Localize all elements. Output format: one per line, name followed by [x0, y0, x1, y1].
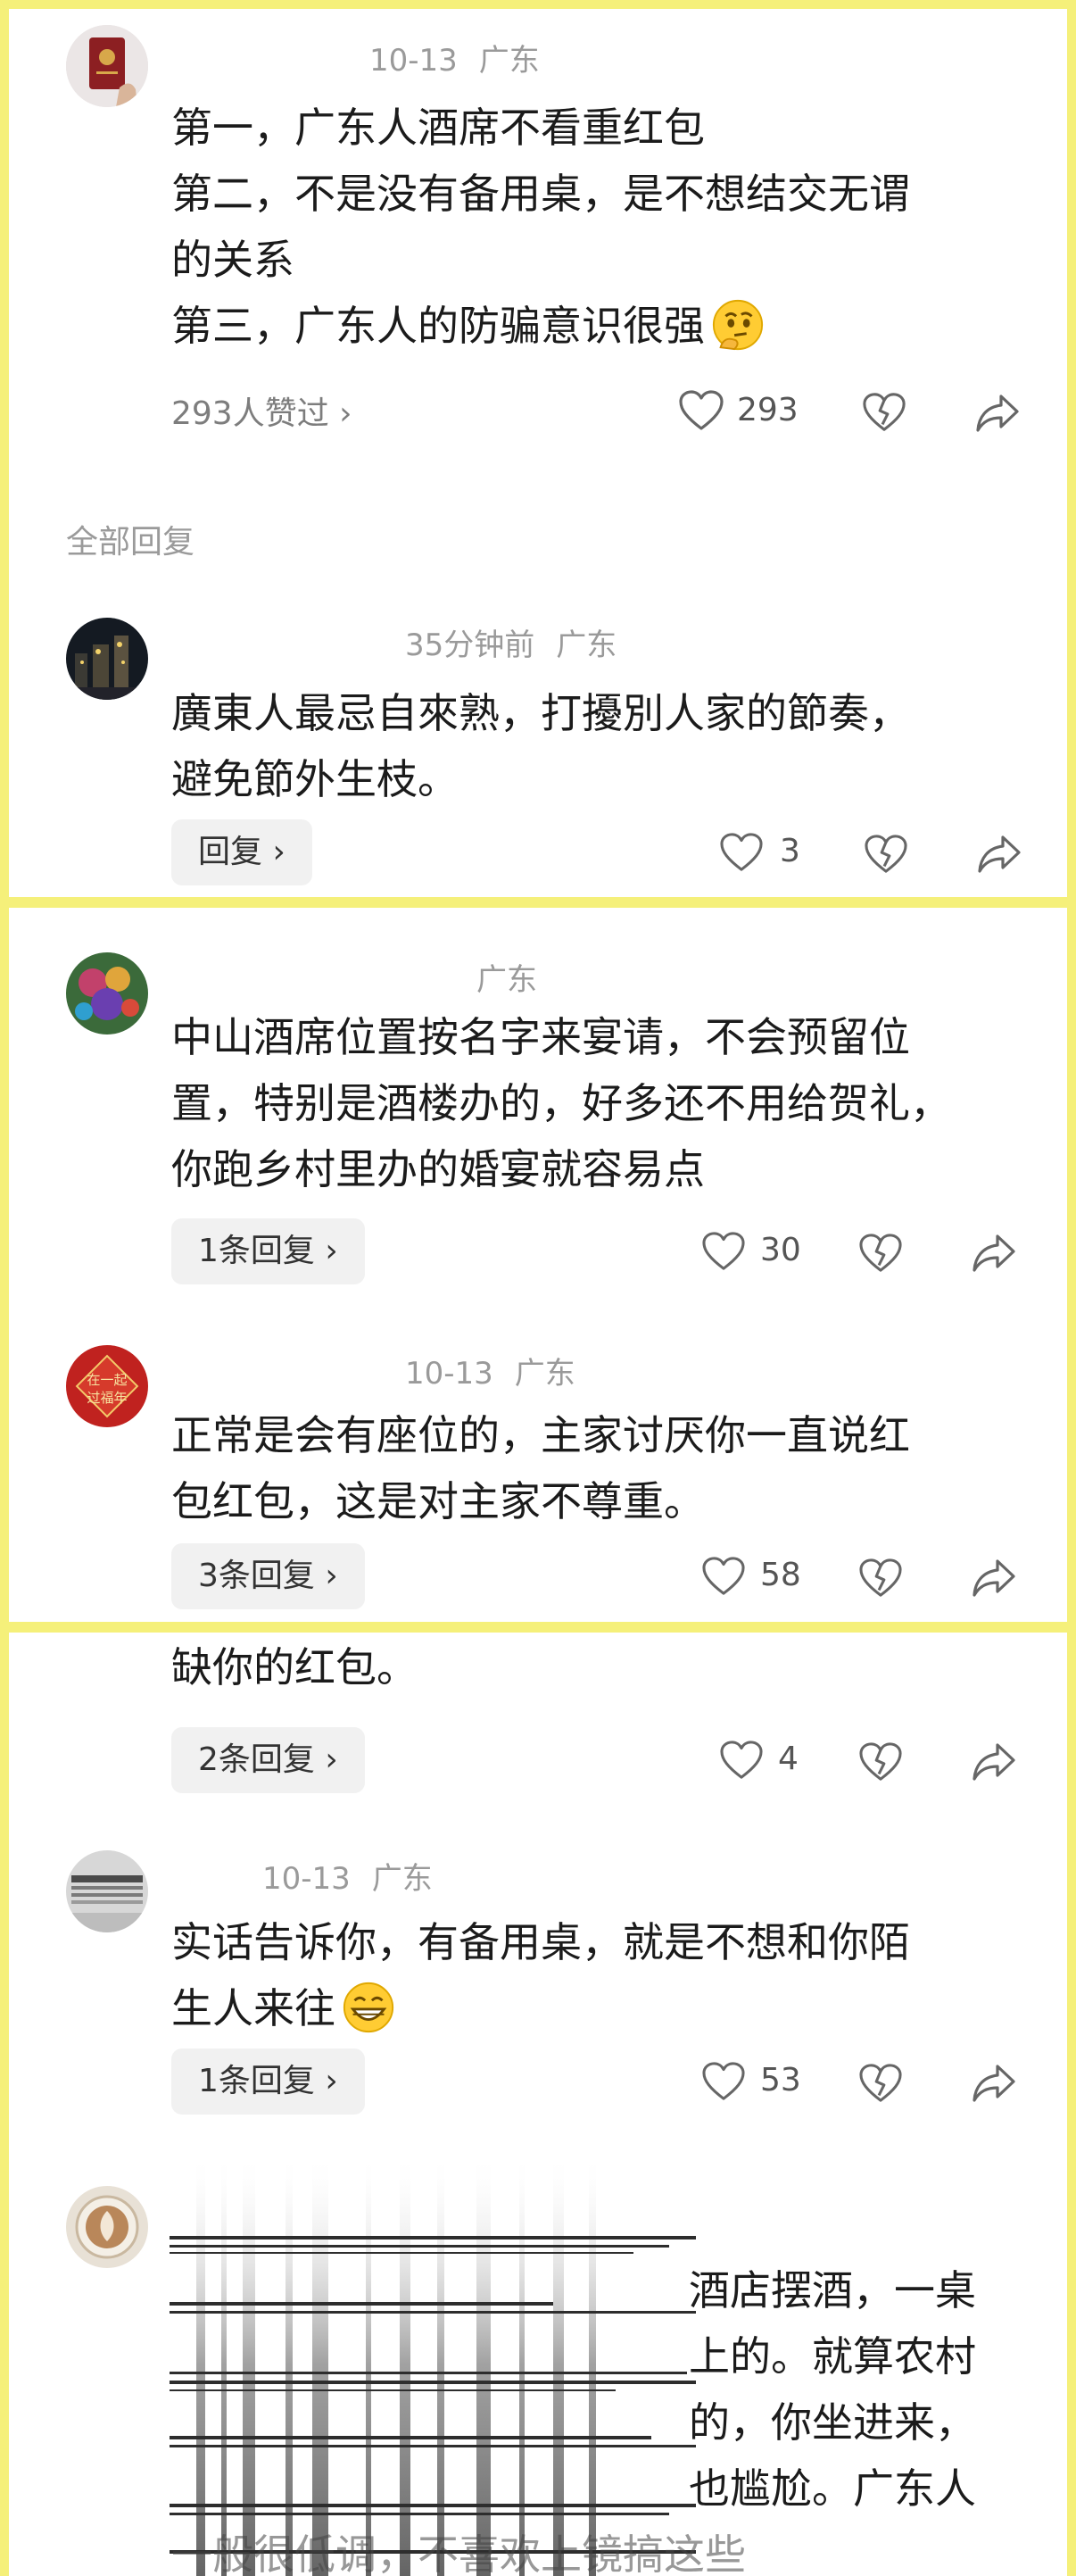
comment-meta: 10-13 广东: [369, 36, 540, 79]
comment-text: 第一，广东人酒席不看重红包 第二，不是没有备用桌，是不想结交无谓 的关系 第三，…: [171, 95, 1028, 359]
section-title: 全部回复: [66, 524, 195, 561]
avatar[interactable]: 在一起 过福年: [66, 1345, 148, 1427]
comment-line: 包红包，这是对主家不尊重。: [171, 1477, 705, 1525]
comment-line: 正常是会有座位的，主家讨厌你一直说红: [171, 1411, 910, 1459]
comment-date: 10-13: [369, 43, 458, 79]
dislike-icon[interactable]: [858, 1233, 903, 1274]
comment-text-last-line: 一般很低调，不喜欢上镜搞这些: [171, 2522, 1028, 2576]
dislike-icon[interactable]: [858, 1741, 903, 1782]
share-icon[interactable]: [971, 1741, 1017, 1782]
comment-line: 避免節外生枝。: [171, 755, 459, 803]
reply-button[interactable]: 1条回复 ›: [171, 2048, 365, 2115]
comment-location: 广东: [514, 1356, 575, 1392]
dislike-icon[interactable]: [858, 2063, 903, 2104]
comment-line: 第二，不是没有备用桌，是不想结交无谓: [171, 170, 910, 218]
comment-meta: 35分钟前 广东: [405, 620, 617, 664]
comment-text: 中山酒席位置按名字来宴请，不会预留位 置，特别是酒楼办的，好多还不用给贺礼， 你…: [171, 1004, 1028, 1202]
share-icon[interactable]: [971, 1558, 1017, 1599]
dislike-icon[interactable]: [858, 1558, 903, 1599]
avatar[interactable]: [66, 2186, 148, 2268]
comment-meta: 广东: [476, 955, 537, 999]
like-count: 3: [780, 833, 800, 869]
reply-button[interactable]: 回复 ›: [171, 819, 312, 885]
share-icon[interactable]: [971, 2063, 1017, 2104]
comment-line: 第一，广东人酒席不看重红包: [171, 104, 705, 152]
comment-line: 也尴尬。广东人: [689, 2464, 976, 2513]
avatar[interactable]: [66, 618, 148, 700]
comment-panel-2: 广东 中山酒席位置按名字来宴请，不会预留位 置，特别是酒楼办的，好多还不用给贺礼…: [9, 908, 1067, 1622]
heart-icon[interactable]: [701, 1556, 746, 1597]
grinning-face-icon: [343, 1982, 394, 2033]
svg-text:过福年: 过福年: [87, 1390, 127, 1406]
comment-line: 缺你的红包。: [171, 1643, 418, 1691]
comment-text: 实话告诉你，有备用桌，就是不想和你陌 生人来往: [171, 1909, 1028, 2041]
comment-panel-3: 缺你的红包。 2条回复 › 4 10-13 广东 实话告诉你，有备用桌，就是不想和…: [9, 1633, 1067, 2576]
comment-text: 酒店摆酒，一桌 上的。就算农村 的，你坐进来， 也尴尬。广东人: [689, 2257, 1046, 2522]
reply-button[interactable]: 1条回复 ›: [171, 1218, 365, 1284]
reply-button[interactable]: 2条回复 ›: [171, 1727, 365, 1793]
night-city-avatar-icon: [66, 618, 148, 700]
dislike-icon[interactable]: [864, 834, 908, 875]
comment-line: 你跑乡村里办的婚宴就容易点: [171, 1145, 705, 1193]
comment-line: 一般很低调，不喜欢上镜搞这些: [171, 2530, 746, 2576]
festival-avatar-icon: 在一起 过福年: [66, 1345, 148, 1427]
share-icon[interactable]: [976, 834, 1022, 875]
censor-redaction-overlay: [170, 2152, 696, 2576]
heart-icon[interactable]: [701, 2061, 746, 2102]
comment-location: 广东: [476, 962, 537, 998]
flower-avatar-icon: [66, 952, 148, 1035]
comment-meta: 10-13 广东: [262, 1854, 433, 1898]
thinking-face-icon: [712, 299, 764, 351]
comment-line-with-emoji: 第三，广东人的防骗意识很强: [171, 293, 1028, 359]
like-count: 53: [760, 2062, 801, 2098]
latte-avatar-icon: [66, 2186, 148, 2268]
passport-avatar-icon: [66, 25, 148, 107]
comment-time: 35分钟前: [405, 627, 535, 663]
comment-line: 酒店摆酒，一桌: [689, 2266, 976, 2314]
comment-text: 正常是会有座位的，主家讨厌你一直说红 包红包，这是对主家不尊重。: [171, 1402, 1028, 1534]
comment-line: 中山酒席位置按名字来宴请，不会预留位: [171, 1013, 910, 1061]
comment-location: 广东: [371, 1861, 433, 1897]
svg-text:在一起: 在一起: [87, 1372, 127, 1388]
avatar[interactable]: [66, 952, 148, 1035]
share-icon[interactable]: [974, 393, 1021, 434]
comment-location: 广东: [556, 627, 617, 663]
comment-line: 的关系: [171, 236, 294, 284]
like-count: 293: [737, 392, 799, 428]
comment-panel-1: 10-13 广东 第一，广东人酒席不看重红包 第二，不是没有备用桌，是不想结交无谓…: [9, 9, 1067, 897]
comment-line: 上的。就算农村: [689, 2332, 976, 2381]
heart-icon[interactable]: [719, 832, 764, 873]
comment-text: 缺你的红包。: [171, 1634, 1028, 1700]
reply-button[interactable]: 3条回复 ›: [171, 1543, 365, 1609]
comment-meta: 10-13 广东: [405, 1349, 575, 1392]
laptop-avatar-icon: [66, 1850, 148, 1932]
comment-date: 10-13: [405, 1356, 493, 1392]
comment-line: 置，特别是酒楼办的，好多还不用给贺礼，: [171, 1079, 951, 1127]
like-count: 58: [760, 1557, 801, 1593]
avatar[interactable]: [66, 1850, 148, 1932]
like-count: 30: [760, 1232, 801, 1268]
comment-line: 的，你坐进来，: [689, 2398, 976, 2447]
comment-line: 实话告诉你，有备用桌，就是不想和你陌: [171, 1918, 910, 1966]
liked-by-link[interactable]: 293人赞过 ›: [171, 387, 352, 434]
comment-line: 第三，广东人的防骗意识很强: [171, 302, 705, 350]
comment-line-with-emoji: 生人来往: [171, 1975, 1028, 2041]
comment-line: 生人来往: [171, 1984, 335, 2032]
comment-location: 广东: [478, 43, 540, 79]
comment-date: 10-13: [262, 1861, 351, 1897]
like-count: 4: [778, 1741, 799, 1777]
avatar[interactable]: [66, 25, 148, 107]
heart-icon[interactable]: [701, 1231, 746, 1272]
heart-icon[interactable]: [678, 389, 724, 432]
dislike-icon[interactable]: [862, 391, 906, 434]
comment-text: 廣東人最忌自來熟，打擾別人家的節奏， 避免節外生枝。: [171, 680, 1028, 812]
heart-icon[interactable]: [719, 1740, 764, 1781]
share-icon[interactable]: [971, 1233, 1017, 1274]
comment-line: 廣東人最忌自來熟，打擾別人家的節奏，: [171, 689, 910, 737]
